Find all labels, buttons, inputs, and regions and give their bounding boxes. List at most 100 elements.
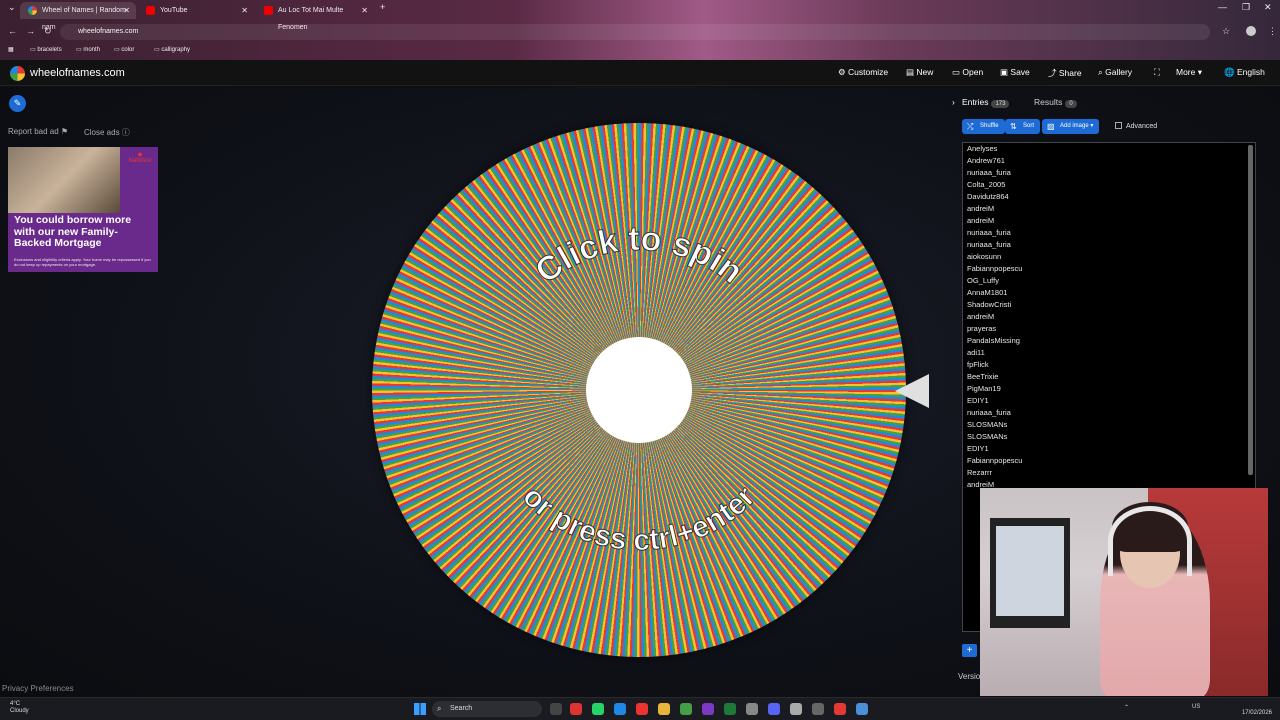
language-indicator[interactable]: US bbox=[1192, 704, 1200, 710]
privacy-preferences-link[interactable]: Privacy Preferences bbox=[2, 684, 74, 693]
app-icon[interactable] bbox=[856, 703, 868, 715]
entry-row[interactable]: OG_Luffy bbox=[963, 275, 1255, 287]
edit-pencil-icon[interactable]: ✎ bbox=[9, 95, 26, 112]
close-ads-link[interactable]: Close ads ⓘ bbox=[84, 127, 130, 138]
maximize-icon[interactable]: ❐ bbox=[1242, 2, 1250, 13]
tab-results[interactable]: Results 0 bbox=[1034, 97, 1077, 108]
entry-row[interactable]: Andrew761 bbox=[963, 155, 1255, 167]
back-icon[interactable]: ← bbox=[8, 26, 17, 36]
advanced-toggle[interactable]: Advanced bbox=[1115, 122, 1157, 130]
minimize-icon[interactable]: — bbox=[1218, 2, 1227, 12]
chrome-icon[interactable] bbox=[680, 703, 692, 715]
advertisement[interactable]: ◆ NatWest You could borrow more with our … bbox=[8, 147, 158, 272]
entry-row[interactable]: Rezarrr bbox=[963, 467, 1255, 479]
reload-icon[interactable]: ↻ bbox=[44, 26, 52, 37]
customize-button[interactable]: ⚙ Customize bbox=[838, 67, 888, 78]
whatsapp-icon[interactable] bbox=[592, 703, 604, 715]
entry-row[interactable]: Anelyses bbox=[963, 143, 1255, 155]
weather-widget[interactable]: 4°C Cloudy bbox=[10, 701, 29, 715]
report-ad-link[interactable]: Report bad ad ⚑ bbox=[8, 127, 68, 136]
chrome-icon[interactable] bbox=[834, 703, 846, 715]
entry-row[interactable]: BeeTrixie bbox=[963, 371, 1255, 383]
save-button[interactable]: ▣ Save bbox=[1000, 67, 1030, 78]
entry-row[interactable]: EDIY1 bbox=[963, 443, 1255, 455]
bookmark-folder[interactable]: ▭ calligraphy bbox=[154, 46, 190, 53]
entry-row[interactable]: nuriaaa_furia bbox=[963, 239, 1255, 251]
wheel[interactable]: Click to spin or press ctrl+enter bbox=[372, 123, 906, 657]
app-icon[interactable] bbox=[790, 703, 802, 715]
tab-entries[interactable]: Entries 173 bbox=[962, 97, 1010, 108]
entry-row[interactable]: Colta_2005 bbox=[963, 179, 1255, 191]
collapse-panel-icon[interactable]: › bbox=[952, 97, 955, 107]
tab-au-loc[interactable]: Au Loc Tot Mai Multe Fenomen ✕ bbox=[256, 2, 374, 31]
new-tab-icon[interactable]: + bbox=[380, 2, 385, 12]
more-button[interactable]: More ▾ bbox=[1176, 67, 1202, 78]
share-button[interactable]: ⤴ Share bbox=[1048, 67, 1082, 79]
tray-chevron-icon[interactable]: ⌃ bbox=[1124, 704, 1129, 711]
entry-row[interactable]: aiokosunn bbox=[963, 251, 1255, 263]
apps-icon[interactable]: ▦ bbox=[8, 46, 14, 53]
entry-row[interactable]: EDIY1 bbox=[963, 395, 1255, 407]
browser-menu-icon[interactable]: ⋮ bbox=[1268, 26, 1277, 37]
url-field[interactable]: wheelofnames.com bbox=[60, 24, 1210, 40]
bookmark-folder[interactable]: ▭ color bbox=[114, 46, 134, 53]
entry-row[interactable]: andreiM bbox=[963, 311, 1255, 323]
site-name[interactable]: wheelofnames.com bbox=[30, 67, 125, 79]
settings-icon[interactable] bbox=[746, 703, 758, 715]
wheel-logo-icon[interactable] bbox=[10, 66, 25, 81]
entry-row[interactable]: andreiM bbox=[963, 203, 1255, 215]
tab-youtube[interactable]: YouTube ✕ bbox=[138, 2, 254, 19]
clock[interactable]: 17/02/2026 bbox=[1242, 701, 1272, 717]
forward-icon[interactable]: → bbox=[26, 26, 35, 36]
tab-search-icon[interactable]: ⌄ bbox=[8, 2, 16, 13]
entry-row[interactable]: fpFlick bbox=[963, 359, 1255, 371]
entry-row[interactable]: nuriaaa_furia bbox=[963, 227, 1255, 239]
bookmark-star-icon[interactable]: ☆ bbox=[1222, 26, 1230, 37]
close-tab-icon[interactable]: ✕ bbox=[241, 2, 248, 19]
entry-row[interactable]: Davidutz864 bbox=[963, 191, 1255, 203]
add-image-button[interactable]: ▨ Add image ▾ bbox=[1042, 119, 1100, 134]
close-tab-icon[interactable]: ✕ bbox=[123, 2, 130, 19]
open-button[interactable]: ▭ Open bbox=[952, 67, 983, 78]
entry-row[interactable]: SLOSMANs bbox=[963, 419, 1255, 431]
discord-icon[interactable] bbox=[768, 703, 780, 715]
bookmark-folder[interactable]: ▭ month bbox=[76, 46, 100, 53]
app-icon[interactable] bbox=[702, 703, 714, 715]
entry-row[interactable]: adi11 bbox=[963, 347, 1255, 359]
entry-row[interactable]: AnnaM1801 bbox=[963, 287, 1255, 299]
app-icon[interactable] bbox=[570, 703, 582, 715]
entry-row[interactable]: ShadowCristi bbox=[963, 299, 1255, 311]
app-icon[interactable] bbox=[812, 703, 824, 715]
edge-icon[interactable] bbox=[614, 703, 626, 715]
new-button[interactable]: ▤ New bbox=[906, 67, 933, 78]
task-view-icon[interactable] bbox=[550, 703, 562, 715]
tab-wheel-of-names[interactable]: Wheel of Names | Random nam ✕ bbox=[20, 2, 136, 31]
close-ads-label: Close ads bbox=[84, 128, 120, 137]
gallery-button[interactable]: ⌕ Gallery bbox=[1098, 67, 1132, 78]
close-window-icon[interactable]: ✕ bbox=[1264, 2, 1272, 13]
advanced-checkbox[interactable] bbox=[1115, 122, 1122, 129]
entry-row[interactable]: PigMan19 bbox=[963, 383, 1255, 395]
entry-row[interactable]: SLOSMANs bbox=[963, 431, 1255, 443]
entry-row[interactable]: Fabiannpopescu bbox=[963, 455, 1255, 467]
bookmark-folder[interactable]: ▭ bracelets bbox=[30, 46, 62, 53]
entry-row[interactable]: nuriaaa_furia bbox=[963, 407, 1255, 419]
entry-row[interactable]: prayeras bbox=[963, 323, 1255, 335]
file-explorer-icon[interactable] bbox=[658, 703, 670, 715]
profile-avatar[interactable] bbox=[1246, 26, 1256, 36]
taskbar-search[interactable]: ⌕ Search bbox=[432, 701, 542, 717]
entry-row[interactable]: Fabiannpopescu bbox=[963, 263, 1255, 275]
sort-button[interactable]: ⇅ Sort bbox=[1005, 119, 1041, 134]
windows-start-icon[interactable] bbox=[414, 703, 426, 715]
entry-row[interactable]: andreiM bbox=[963, 215, 1255, 227]
entry-row[interactable]: PandaIsMissing bbox=[963, 335, 1255, 347]
entry-row[interactable]: nuriaaa_furia bbox=[963, 167, 1255, 179]
entries-scrollbar[interactable] bbox=[1248, 145, 1253, 475]
excel-icon[interactable] bbox=[724, 703, 736, 715]
shuffle-button[interactable]: ⤮ Shuffle bbox=[962, 119, 1005, 134]
add-entry-button[interactable]: + bbox=[962, 644, 977, 657]
fullscreen-icon[interactable]: ⛶ bbox=[1154, 67, 1160, 78]
app-icon[interactable] bbox=[636, 703, 648, 715]
close-tab-icon[interactable]: ✕ bbox=[361, 2, 368, 19]
language-button[interactable]: 🌐 English bbox=[1224, 67, 1265, 78]
